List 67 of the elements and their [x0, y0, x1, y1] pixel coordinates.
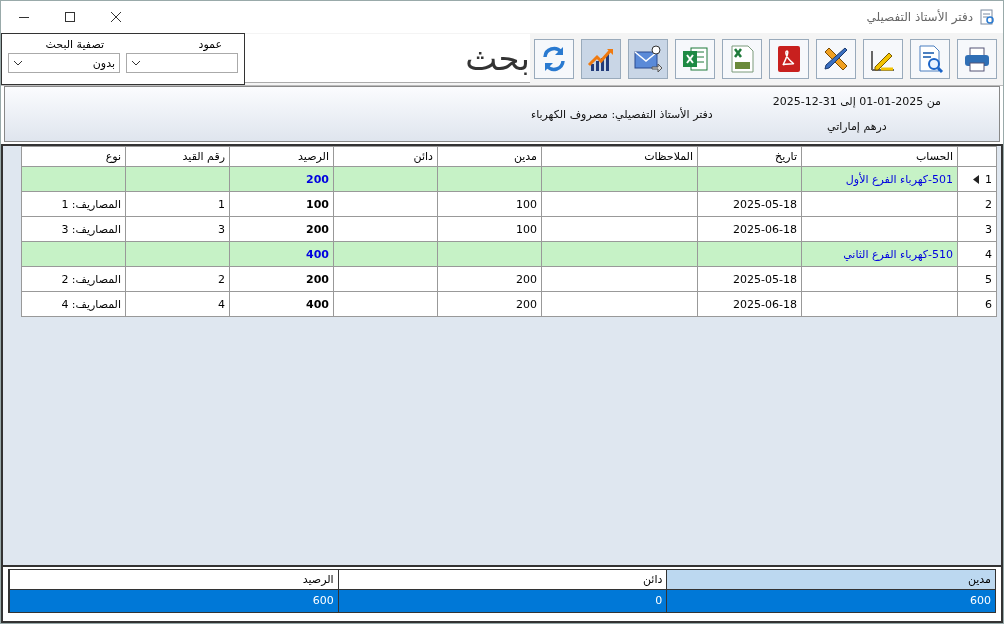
chevron-icon	[131, 60, 141, 66]
table-cell: 100	[306, 197, 329, 211]
document-search-button[interactable]	[910, 39, 950, 79]
column-header[interactable]: رقم القيد	[125, 146, 230, 167]
account-group-text: 510-كهرباء الفرع الثاني	[843, 247, 953, 261]
table-cell: 4	[218, 297, 225, 311]
table-cell: المصاريف: 4	[61, 297, 121, 311]
table-cell: 2025-05-18	[733, 272, 797, 286]
row-number: 1	[985, 172, 992, 186]
table-cell: المصاريف: 2	[61, 272, 121, 286]
table-cell: 100	[516, 222, 537, 236]
period-text: من 2025-01-01 إلى 31-12-2025	[772, 95, 941, 108]
printer-button[interactable]	[957, 39, 997, 79]
row-number: 2	[985, 197, 992, 211]
spreadsheet-button[interactable]	[675, 39, 715, 79]
column-header[interactable]: مدين	[437, 146, 542, 167]
column-header[interactable]: الحساب	[801, 146, 958, 167]
account-group-text: 501-كهرباء الفرع الأول	[845, 172, 953, 186]
row-number: 5	[985, 272, 992, 286]
document-icon	[979, 9, 995, 25]
column-header[interactable]: مدين	[666, 570, 995, 589]
table-cell: 400	[306, 297, 329, 311]
table-cell: 200	[306, 272, 329, 286]
report-title: دفتر الأستاذ التفصيلي: مصروف الكهرباء	[530, 107, 713, 121]
column-header[interactable]: دائن	[333, 146, 438, 167]
currency-text: درهم إماراتي	[827, 120, 887, 133]
filter-label: تصفية البحث	[45, 38, 105, 51]
minimize-icon	[19, 16, 29, 18]
close-icon	[111, 12, 121, 22]
filter-label: عمود	[198, 38, 223, 51]
row-number: 4	[985, 247, 992, 261]
row-number: 6	[985, 297, 992, 311]
table-cell: 200	[516, 297, 537, 311]
table-cell: 200	[306, 172, 329, 186]
table-cell: 2	[218, 272, 225, 286]
pdf-button[interactable]	[769, 39, 809, 79]
table-cell: 200	[516, 272, 537, 286]
pencil-chart-button[interactable]	[863, 39, 903, 79]
table-cell: 2025-06-18	[733, 297, 797, 311]
ruler-pencil-button[interactable]	[816, 39, 856, 79]
table-cell: 2025-06-18	[733, 222, 797, 236]
dropdown[interactable]: بدون	[8, 53, 120, 73]
growth-chart-button[interactable]	[581, 39, 621, 79]
refresh-button[interactable]	[534, 39, 574, 79]
table-cell: 3	[218, 222, 225, 236]
total-cell: 0	[337, 589, 667, 612]
column-header[interactable]: الرصيد	[229, 146, 334, 167]
table-cell: المصاريف: 1	[61, 197, 121, 211]
column-header[interactable]: تاريخ	[697, 146, 802, 167]
total-cell: 600	[666, 589, 995, 612]
column-header[interactable]: نوع	[21, 146, 126, 167]
column-header[interactable]: الملاحظات	[541, 146, 698, 167]
table-cell: 400	[306, 247, 329, 261]
table-cell: 2025-05-18	[733, 197, 797, 211]
total-cell: 600	[9, 589, 338, 612]
search-field[interactable]: بحث	[245, 34, 530, 83]
maximize-icon	[65, 12, 75, 22]
envelope-button[interactable]	[628, 39, 668, 79]
chevron-icon	[13, 60, 23, 66]
csv-file-button[interactable]	[722, 39, 762, 79]
envelope-icon	[632, 43, 664, 75]
table-cell: 1	[218, 197, 225, 211]
table-cell: المصاريف: 3	[61, 222, 121, 236]
window-title: دفتر الأستاذ التفصيلي	[865, 10, 973, 24]
table-cell: 100	[516, 197, 537, 211]
table-cell: 200	[306, 222, 329, 236]
row-number: 3	[985, 222, 992, 236]
